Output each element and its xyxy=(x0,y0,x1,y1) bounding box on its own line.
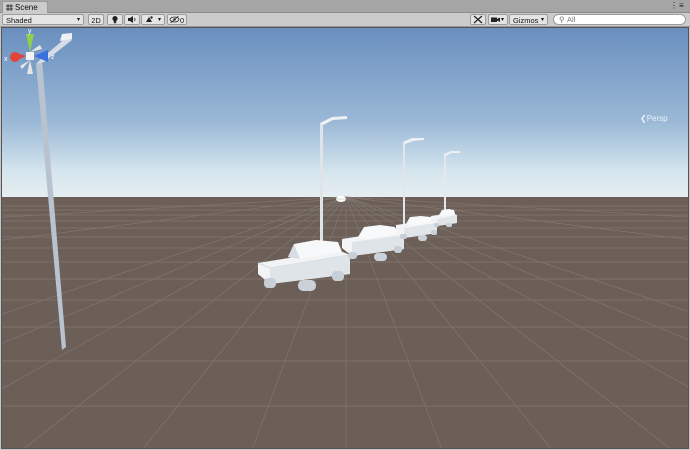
axis-y-cone[interactable] xyxy=(26,34,34,52)
axis-x-label: x xyxy=(4,56,8,63)
scene-toolbar: Shaded ▾ 2D ▾ 0 ▾ Gizmos ▾ ⚲ All xyxy=(0,13,690,27)
axis-y-label: y xyxy=(28,28,32,35)
dropdown-arrow-icon: ▾ xyxy=(500,17,504,23)
lightbulb-icon xyxy=(112,16,118,24)
axis-neg-z-cone[interactable] xyxy=(30,45,42,52)
axis-z-cone[interactable] xyxy=(34,50,48,62)
dropdown-arrow-icon: ▾ xyxy=(76,17,80,23)
2d-toggle-button[interactable]: 2D xyxy=(88,14,104,25)
gizmos-dropdown[interactable]: Gizmos ▾ xyxy=(509,14,548,25)
projection-toggle[interactable]: ❮Persp xyxy=(640,114,668,123)
scene-canvas[interactable] xyxy=(2,28,689,449)
2d-label: 2D xyxy=(91,16,101,25)
draw-mode-label: Shaded xyxy=(6,16,32,25)
effects-icon xyxy=(146,16,153,22)
speaker-icon xyxy=(128,16,136,23)
axis-x-cap xyxy=(10,52,20,62)
lighting-toggle-button[interactable] xyxy=(107,14,123,25)
tools-icon xyxy=(473,15,483,24)
tab-label: Scene xyxy=(15,3,38,12)
draw-mode-dropdown[interactable]: Shaded ▾ xyxy=(2,14,84,25)
tools-settings-button[interactable] xyxy=(470,14,486,25)
hidden-count: 0 xyxy=(180,16,185,25)
gizmos-label: Gizmos xyxy=(513,16,539,25)
ground-plane xyxy=(2,197,688,448)
tab-scene[interactable]: Scene xyxy=(2,1,48,13)
audio-toggle-button[interactable] xyxy=(124,14,140,25)
persp-icon: ❮ xyxy=(640,114,647,123)
gizmo-center[interactable] xyxy=(26,52,34,60)
scene-visibility-toggle[interactable]: 0 xyxy=(167,14,187,25)
orientation-gizmo[interactable]: y x z xyxy=(2,28,58,84)
dropdown-arrow-icon: ▾ xyxy=(157,17,161,23)
projection-label: Persp xyxy=(646,114,668,123)
title-bar: Scene ⋮ ≡ xyxy=(0,0,690,13)
dropdown-arrow-icon: ▾ xyxy=(540,17,544,23)
axis-z-label: z xyxy=(51,54,55,61)
sky xyxy=(2,28,688,198)
search-input[interactable]: ⚲ All xyxy=(553,14,686,25)
camera-dropdown[interactable]: ▾ xyxy=(488,14,508,25)
light-gizmo-icon[interactable] xyxy=(336,196,346,202)
eye-hidden-icon xyxy=(169,15,180,24)
search-placeholder: All xyxy=(567,15,576,24)
search-icon: ⚲ xyxy=(559,15,565,24)
menu-icon[interactable]: ≡ xyxy=(679,1,684,10)
scene-viewport[interactable]: y x z ❮Persp xyxy=(1,27,689,449)
scene-grid-icon xyxy=(6,4,13,11)
effects-dropdown[interactable]: ▾ xyxy=(141,14,165,25)
kebab-menu-icon[interactable]: ⋮ xyxy=(670,1,678,10)
